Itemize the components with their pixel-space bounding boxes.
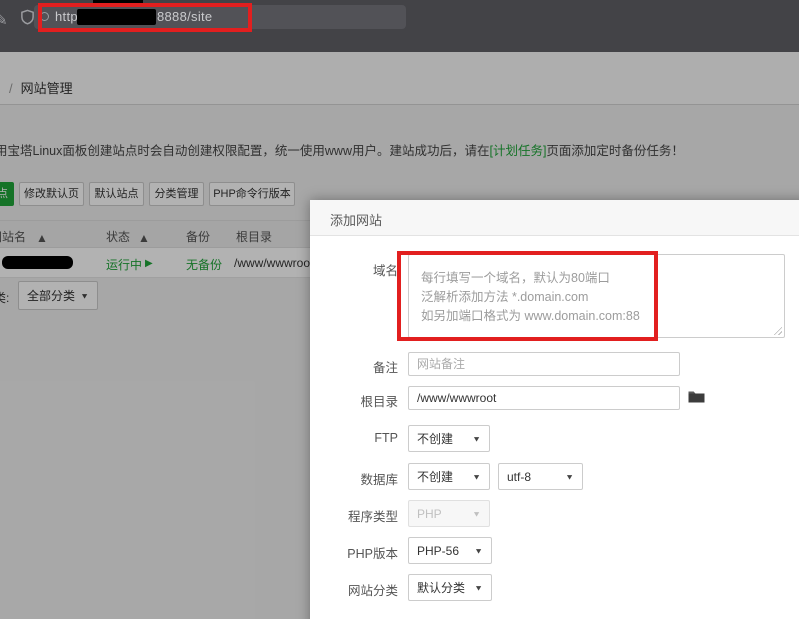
database-select-value: 不创建 <box>417 468 453 485</box>
shield-security-icon[interactable] <box>20 9 35 30</box>
ftp-label: FTP <box>310 431 398 445</box>
folder-browse-icon[interactable] <box>688 389 705 408</box>
note-label: 备注 <box>310 357 398 376</box>
database-select[interactable]: 不创建 ▼ <box>408 463 490 490</box>
chevron-down-icon: ▼ <box>472 434 481 443</box>
partial-edge-icon: ✎ <box>0 11 8 29</box>
site-category-label: 网站分类 <box>310 580 398 599</box>
screenshot-root: ✎ http:// 8888/site /网站管理 用宝塔Linux面板创建站点… <box>0 0 799 619</box>
chevron-down-icon: ▼ <box>472 509 481 518</box>
database-label: 数据库 <box>310 469 398 488</box>
annotation-box-domain <box>397 251 658 341</box>
app-type-select-value: PHP <box>417 507 442 521</box>
app-type-select-disabled: PHP ▼ <box>408 500 490 527</box>
chevron-down-icon: ▼ <box>474 546 483 555</box>
charset-select[interactable]: utf-8 ▼ <box>498 463 583 490</box>
textarea-resize-handle[interactable] <box>772 325 782 335</box>
php-version-select[interactable]: PHP-56 ▼ <box>408 537 492 564</box>
root-dir-input[interactable] <box>408 386 680 410</box>
php-version-select-value: PHP-56 <box>417 544 459 558</box>
ftp-select[interactable]: 不创建 ▼ <box>408 425 490 452</box>
chevron-down-icon: ▼ <box>472 472 481 481</box>
root-dir-label: 根目录 <box>310 391 398 410</box>
chevron-down-icon: ▼ <box>474 583 483 592</box>
domain-label: 域名 <box>310 260 398 279</box>
site-category-select[interactable]: 默认分类 ▼ <box>408 574 492 601</box>
site-category-select-value: 默认分类 <box>417 579 465 596</box>
note-input[interactable] <box>408 352 680 376</box>
modal-header: 添加网站 <box>310 200 799 236</box>
modal-title: 添加网站 <box>330 210 382 229</box>
annotation-box-url <box>38 3 252 32</box>
charset-select-value: utf-8 <box>507 470 531 484</box>
app-type-label: 程序类型 <box>310 506 398 525</box>
ftp-select-value: 不创建 <box>417 430 453 447</box>
chevron-down-icon: ▼ <box>565 472 574 481</box>
php-version-label: PHP版本 <box>310 543 398 562</box>
